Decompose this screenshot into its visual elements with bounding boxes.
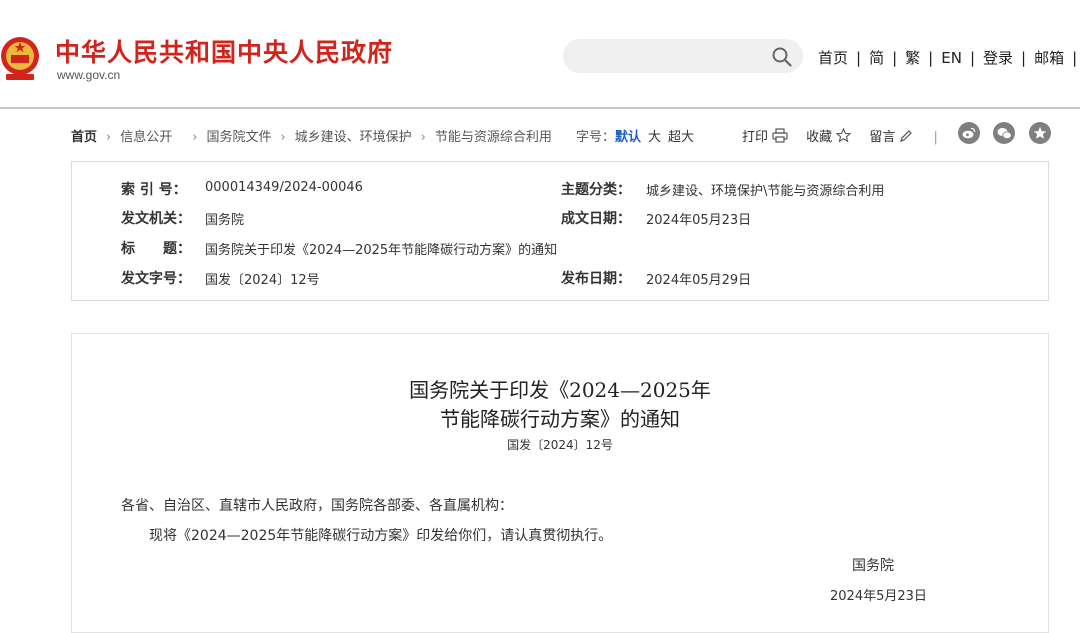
font-size-default[interactable]: 默认 [615, 130, 641, 145]
font-size-xlarge[interactable]: 超大 [668, 130, 694, 145]
print-label: 打印 [742, 130, 769, 145]
font-size-control: 字号：默认大超大 [576, 126, 694, 145]
favorite-button[interactable]: 收藏 [806, 126, 852, 145]
search-input[interactable] [563, 39, 803, 73]
qzone-icon [1033, 127, 1047, 139]
nav-simplified-link[interactable]: 简 [869, 47, 884, 68]
nav-login-link[interactable]: 登录 [983, 47, 1013, 68]
nav-separator: | [928, 49, 934, 67]
issuer-label: 发文机关： [121, 211, 191, 227]
written-date-label: 成文日期： [561, 211, 631, 227]
doc-number-value: 国发〔2024〕12号 [205, 273, 320, 288]
category-label: 主题分类： [561, 182, 631, 198]
category-value: 城乡建设、环境保护\节能与资源综合利用 [646, 184, 885, 199]
star-icon [836, 128, 852, 143]
index-number-label: 索 引 号： [121, 182, 187, 198]
breadcrumb-energy-saving[interactable]: 节能与资源综合利用 [435, 126, 552, 145]
breadcrumb-state-council-docs[interactable]: 国务院文件 [206, 126, 271, 145]
document-salutation: 各省、自治区、直辖市人民政府，国务院各部委、各直属机构： [121, 498, 513, 514]
tools-separator: | [933, 130, 938, 145]
national-emblem-icon [1, 37, 39, 80]
document-body-text: 现将《2024—2025年节能降碳行动方案》印发给你们，请认真贯彻执行。 [149, 528, 613, 544]
document-title-line-2: 节能降碳行动方案》的通知 [440, 407, 680, 431]
font-size-label: 字号： [576, 130, 616, 145]
breadcrumb-info-public[interactable]: 信息公开 [120, 126, 172, 145]
site-title[interactable]: 中华人民共和国中央人民政府 [55, 33, 393, 69]
breadcrumb: 首页 › 信息公开 › 国务院文件 › 城乡建设、环境保护 › 节能与资源综合利用 [71, 126, 552, 145]
document-title-line-1: 国务院关于印发《2024—2025年 [409, 378, 711, 402]
search-icon[interactable] [771, 46, 793, 68]
page-tools: 打印 收藏 留言 | [742, 126, 938, 145]
breadcrumb-arrow-icon: › [192, 130, 198, 145]
title-label: 标 题： [121, 241, 191, 257]
wechat-share-button[interactable] [993, 122, 1015, 144]
nav-separator: | [969, 49, 975, 67]
nav-english-link[interactable]: EN [941, 49, 962, 67]
doc-number-label: 发文字号： [121, 271, 191, 287]
nav-mail-link[interactable]: 邮箱 [1034, 47, 1064, 68]
document-number: 国发〔2024〕12号 [507, 438, 613, 452]
breadcrumb-urban-environment[interactable]: 城乡建设、环境保护 [295, 126, 412, 145]
publish-date-label: 发布日期： [561, 271, 631, 287]
site-domain: www.gov.cn [57, 68, 121, 82]
breadcrumb-arrow-icon: › [280, 130, 286, 145]
pencil-icon [900, 129, 913, 142]
publish-date-value: 2024年05月29日 [646, 273, 752, 288]
nav-separator: | [1072, 49, 1078, 67]
index-number-value: 000014349/2024-00046 [205, 180, 363, 195]
breadcrumb-arrow-icon: › [106, 130, 112, 145]
nav-traditional-link[interactable]: 繁 [905, 47, 920, 68]
printer-icon [772, 128, 788, 143]
nav-separator: | [892, 49, 898, 67]
qzone-share-button[interactable] [1029, 122, 1051, 144]
issuer-value: 国务院 [205, 213, 245, 228]
favorite-label: 收藏 [806, 130, 833, 145]
wechat-icon [997, 127, 1012, 139]
nav-home-link[interactable]: 首页 [818, 47, 848, 68]
nav-separator: | [1021, 49, 1027, 67]
comment-label: 留言 [869, 130, 896, 145]
nav-separator: | [856, 49, 862, 67]
title-value: 国务院关于印发《2024—2025年节能降碳行动方案》的通知 [205, 243, 558, 258]
written-date-value: 2024年05月23日 [646, 213, 752, 228]
font-size-large[interactable]: 大 [648, 130, 661, 145]
top-nav: 首页 | 简 | 繁 | EN | 登录 | 邮箱 | [818, 47, 1080, 68]
document-date: 2024年5月23日 [830, 589, 927, 604]
comment-button[interactable]: 留言 [869, 126, 913, 145]
weibo-share-button[interactable] [958, 122, 980, 144]
weibo-icon [962, 127, 976, 139]
breadcrumb-home[interactable]: 首页 [71, 126, 97, 145]
header-divider [0, 107, 1080, 109]
print-button[interactable]: 打印 [742, 126, 788, 145]
document-signer: 国务院 [852, 558, 894, 574]
breadcrumb-arrow-icon: › [420, 130, 426, 145]
